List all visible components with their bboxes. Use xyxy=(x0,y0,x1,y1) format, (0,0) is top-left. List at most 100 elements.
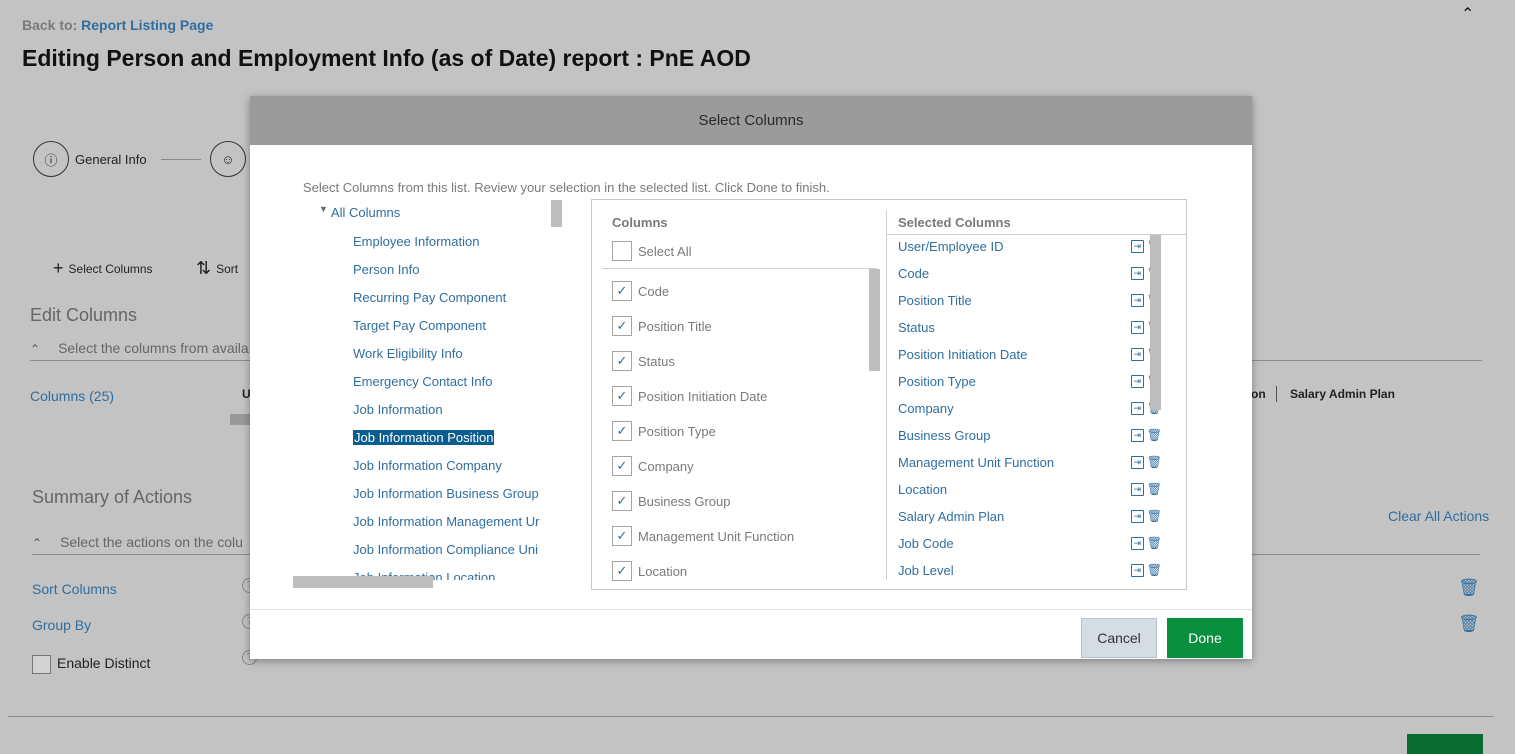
column-option-code[interactable]: ✓ Code xyxy=(612,281,669,301)
column-option-position-initiation-date[interactable]: ✓ Position Initiation Date xyxy=(612,386,767,406)
selected-column-label[interactable]: Company xyxy=(898,401,954,416)
move-icon[interactable]: ⇥ xyxy=(1130,456,1144,469)
move-icon[interactable]: ⇥ xyxy=(1130,510,1144,523)
selected-column-label[interactable]: Status xyxy=(898,320,935,335)
column-option-label: Location xyxy=(638,563,688,579)
selected-column-label[interactable]: Code xyxy=(898,266,929,281)
column-option-business-group[interactable]: ✓ Business Group xyxy=(612,491,731,511)
selected-column-row: Position Type ⇥🗑 xyxy=(898,374,1162,389)
select-all-row[interactable]: Select All xyxy=(612,241,691,261)
column-option-label: Management Unit Function xyxy=(638,528,795,544)
trash-icon[interactable]: 🗑 xyxy=(1147,483,1162,496)
trash-icon[interactable]: 🗑 xyxy=(1458,614,1480,634)
chevron-up-icon[interactable]: ⌃ xyxy=(1461,4,1474,24)
checkmark-icon[interactable]: ✓ xyxy=(612,316,632,336)
selected-column-label[interactable]: User/Employee ID xyxy=(898,239,1003,254)
selected-columns-scrollbar[interactable] xyxy=(1150,235,1161,410)
column-option-status[interactable]: ✓ Status xyxy=(612,351,675,371)
column-option-management-unit-function[interactable]: ✓ Management Unit Function xyxy=(612,526,794,546)
cancel-button[interactable]: Cancel xyxy=(1081,618,1157,658)
selected-column-label[interactable]: Job Level xyxy=(898,563,954,578)
trash-icon[interactable]: 🗑 xyxy=(1147,456,1162,469)
selected-column-label[interactable]: Position Type xyxy=(898,374,976,389)
tree-item-job-information-company[interactable]: Job Information Company xyxy=(353,458,502,473)
tree-root-label: All Columns xyxy=(330,205,401,220)
move-icon[interactable]: ⇥ xyxy=(1130,483,1144,496)
checkmark-icon[interactable]: ✓ xyxy=(612,386,632,406)
selected-column-label[interactable]: Management Unit Function xyxy=(898,455,1054,470)
trash-icon[interactable]: 🗑 xyxy=(1147,537,1162,550)
selected-column-label[interactable]: Job Code xyxy=(898,536,954,551)
checkmark-icon[interactable]: ✓ xyxy=(612,351,632,371)
tree-item-work-eligibility-info[interactable]: Work Eligibility Info xyxy=(353,346,463,361)
tree-horizontal-scrollbar[interactable] xyxy=(293,576,433,588)
selected-column-label[interactable]: Position Title xyxy=(898,293,972,308)
select-all-checkbox[interactable] xyxy=(612,241,632,261)
trash-icon[interactable]: 🗑 xyxy=(1147,429,1162,442)
trash-icon[interactable]: 🗑 xyxy=(1147,564,1162,577)
columns-header: Columns xyxy=(612,215,668,230)
enable-distinct-row[interactable]: Enable Distinct xyxy=(32,655,150,674)
tree-item-target-pay-component[interactable]: Target Pay Component xyxy=(353,318,486,333)
tree-item-job-information-compliance-unit[interactable]: Job Information Compliance Uni xyxy=(353,542,538,557)
caret-down-icon[interactable]: ▼ xyxy=(319,204,328,214)
checkmark-icon[interactable]: ✓ xyxy=(612,421,632,441)
column-option-position-title[interactable]: ✓ Position Title xyxy=(612,316,712,336)
move-icon[interactable]: ⇥ xyxy=(1130,375,1144,388)
enable-distinct-checkbox[interactable] xyxy=(32,655,51,674)
chevron-up-icon[interactable]: ⌃ xyxy=(32,536,42,550)
selected-column-label[interactable]: Business Group xyxy=(898,428,991,443)
tree-vertical-scrollbar[interactable] xyxy=(551,200,562,227)
move-icon[interactable]: ⇥ xyxy=(1130,402,1144,415)
bottom-action-button[interactable] xyxy=(1407,734,1483,754)
step-general-info[interactable]: ⓘ General Info xyxy=(33,141,147,177)
checkmark-icon[interactable]: ✓ xyxy=(612,526,632,546)
columns-scrollbar[interactable] xyxy=(230,414,250,425)
move-icon[interactable]: ⇥ xyxy=(1130,537,1144,550)
tree-item-emergency-contact-info[interactable]: Emergency Contact Info xyxy=(353,374,492,389)
tree-item-job-information-management-unit[interactable]: Job Information Management Ur xyxy=(353,514,539,529)
select-columns-button[interactable]: + Select Columns xyxy=(53,258,153,279)
selected-column-label[interactable]: Salary Admin Plan xyxy=(898,509,1004,524)
columns-count-link[interactable]: Columns (25) xyxy=(30,388,114,404)
tree-root-all-columns[interactable]: ▼ All Columns xyxy=(319,204,401,221)
move-icon[interactable]: ⇥ xyxy=(1130,348,1144,361)
group-by-link[interactable]: Group By xyxy=(32,617,91,633)
tree-item-job-information-business-group[interactable]: Job Information Business Group xyxy=(353,486,539,501)
back-link[interactable]: Report Listing Page xyxy=(81,17,213,33)
tree-item-employee-information[interactable]: Employee Information xyxy=(353,234,479,249)
checkmark-icon[interactable]: ✓ xyxy=(612,491,632,511)
checkmark-icon[interactable]: ✓ xyxy=(612,281,632,301)
move-icon[interactable]: ⇥ xyxy=(1130,321,1144,334)
chevron-up-icon[interactable]: ⌃ xyxy=(30,342,40,356)
dialog-footer: Cancel Done xyxy=(250,609,1252,659)
selected-column-label[interactable]: Location xyxy=(898,482,947,497)
select-columns-dialog: Select Columns Select Columns from this … xyxy=(250,96,1252,659)
trash-icon[interactable]: 🗑 xyxy=(1458,578,1480,598)
column-option-position-type[interactable]: ✓ Position Type xyxy=(612,421,716,441)
move-icon[interactable]: ⇥ xyxy=(1130,564,1144,577)
tree-item-job-information[interactable]: Job Information xyxy=(353,402,443,417)
tree-item-recurring-pay-component[interactable]: Recurring Pay Component xyxy=(353,290,506,305)
edit-columns-hint: ⌃ Select the columns from availa xyxy=(30,340,249,356)
column-option-label: Status xyxy=(638,353,675,369)
columns-vertical-scrollbar[interactable] xyxy=(869,269,880,371)
step-people[interactable]: ☺ xyxy=(210,141,246,177)
move-icon[interactable]: ⇥ xyxy=(1130,240,1144,253)
sort-columns-link[interactable]: Sort Columns xyxy=(32,581,117,597)
move-icon[interactable]: ⇥ xyxy=(1130,429,1144,442)
selected-column-label[interactable]: Position Initiation Date xyxy=(898,347,1027,362)
column-option-location[interactable]: ✓ Location xyxy=(612,561,687,581)
column-option-company[interactable]: ✓ Company xyxy=(612,456,694,476)
tree-item-job-information-position[interactable]: Job Information Position xyxy=(353,430,495,445)
done-button[interactable]: Done xyxy=(1167,618,1243,658)
checkmark-icon[interactable]: ✓ xyxy=(612,561,632,581)
move-icon[interactable]: ⇥ xyxy=(1130,267,1144,280)
move-icon[interactable]: ⇥ xyxy=(1130,294,1144,307)
sort-label: Sort xyxy=(216,261,239,276)
checkmark-icon[interactable]: ✓ xyxy=(612,456,632,476)
trash-icon[interactable]: 🗑 xyxy=(1147,510,1162,523)
sort-button[interactable]: ⇅ Sort xyxy=(196,258,238,279)
clear-all-actions-link[interactable]: Clear All Actions xyxy=(1388,508,1489,524)
tree-item-person-info[interactable]: Person Info xyxy=(353,262,420,277)
